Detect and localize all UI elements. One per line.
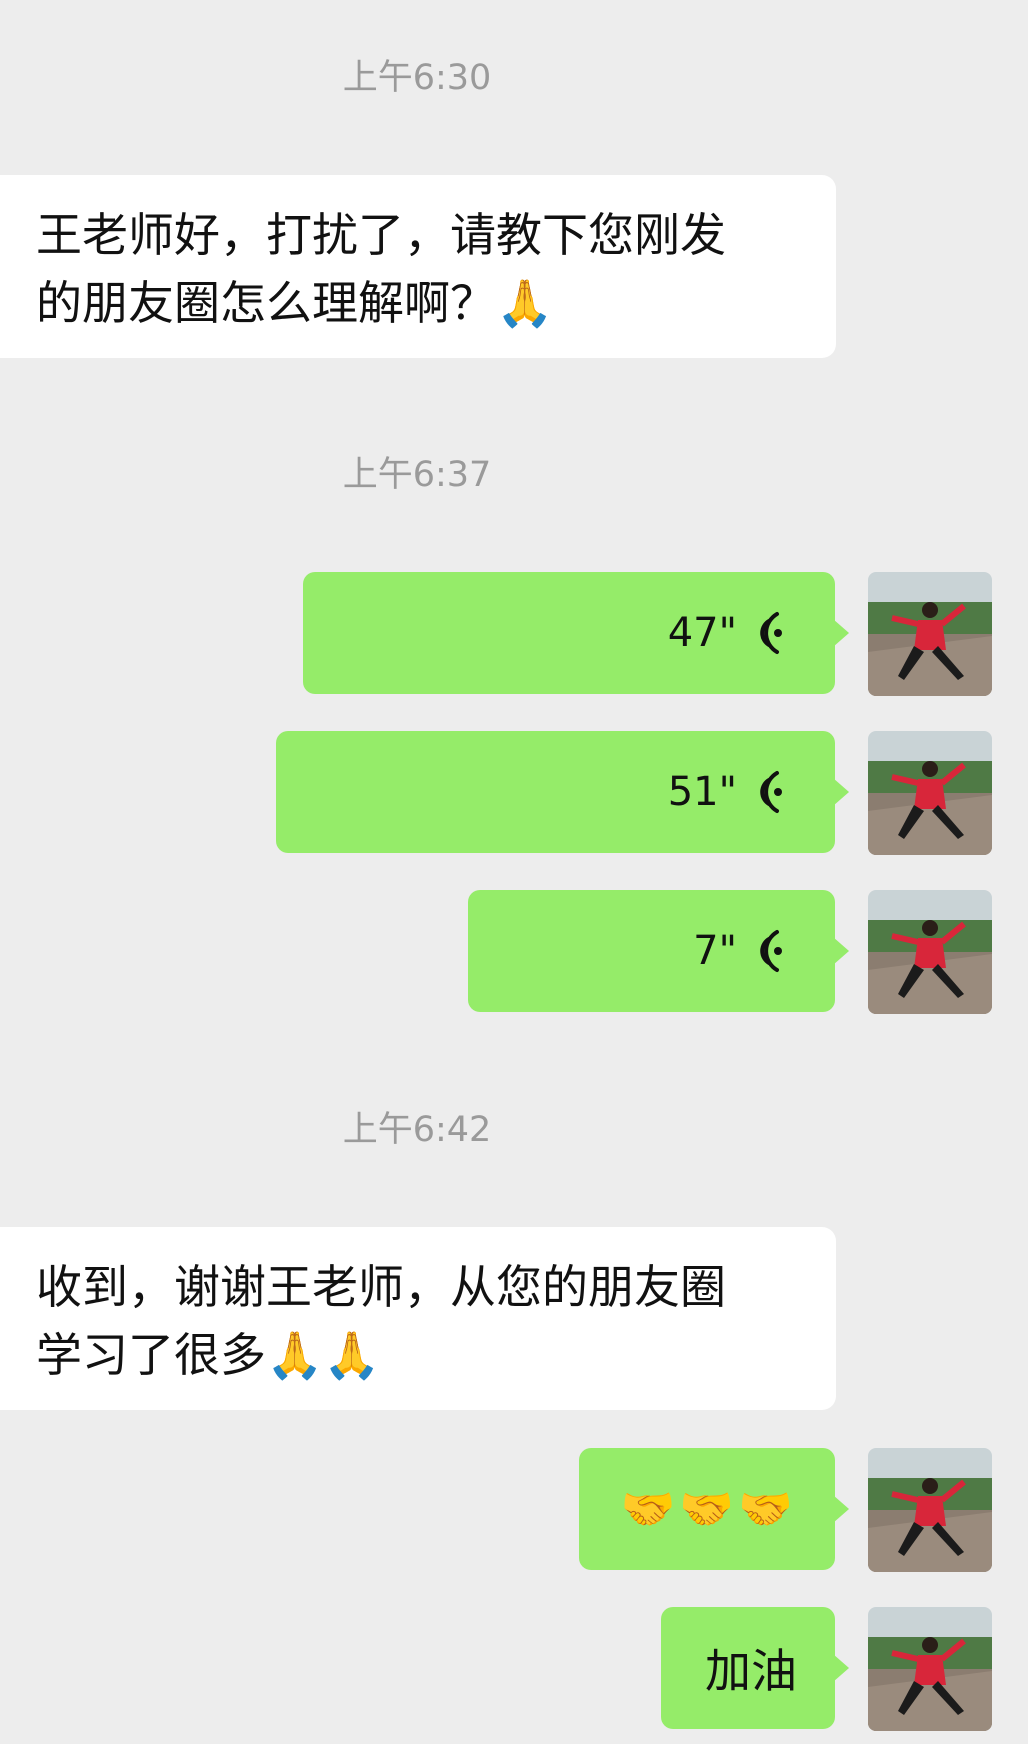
message-text: 王老师好，打扰了，请教下您刚发: [36, 208, 726, 262]
incoming-message-bubble[interactable]: 收到，谢谢王老师，从您的朋友圈 学习了很多🙏🙏: [0, 1227, 836, 1410]
incoming-message-bubble[interactable]: 王老师好，打扰了，请教下您刚发 的朋友圈怎么理解啊？🙏: [0, 175, 836, 358]
voice-duration: 51": [667, 769, 737, 815]
message-text-line: 学习了很多🙏🙏: [36, 1321, 806, 1389]
outgoing-message-bubble[interactable]: 加油: [661, 1607, 849, 1729]
timestamp: 上午6:37: [342, 455, 492, 495]
voice-duration: 7": [693, 928, 737, 974]
timestamp: 上午6:30: [342, 58, 492, 98]
pray-emoji: 🙏🙏: [266, 1328, 381, 1382]
voice-message-bubble[interactable]: 7": [468, 890, 849, 1012]
message-text: 学习了很多: [36, 1328, 266, 1382]
voice-message-bubble[interactable]: 51": [276, 731, 849, 853]
message-text-line: 的朋友圈怎么理解啊？🙏: [36, 269, 806, 337]
voice-wave-icon: [751, 611, 785, 655]
user-avatar[interactable]: [868, 1448, 992, 1572]
message-text: 收到，谢谢王老师，从您的朋友圈: [36, 1260, 726, 1314]
voice-wave-icon: [751, 929, 785, 973]
voice-duration: 47": [667, 610, 737, 656]
voice-wave-icon: [751, 770, 785, 814]
user-avatar[interactable]: [868, 731, 992, 855]
voice-message-bubble[interactable]: 47": [303, 572, 849, 694]
timestamp: 上午6:42: [342, 1110, 492, 1150]
message-text: 的朋友圈怎么理解啊？: [36, 276, 496, 330]
outgoing-message-bubble[interactable]: 🤝🤝🤝: [579, 1448, 849, 1570]
user-avatar[interactable]: [868, 1607, 992, 1731]
user-avatar[interactable]: [868, 572, 992, 696]
pray-emoji: 🙏: [496, 276, 554, 330]
user-avatar[interactable]: [868, 890, 992, 1014]
handshake-emoji: 🤝🤝🤝: [620, 1484, 797, 1535]
message-text: 加油: [705, 1644, 797, 1698]
